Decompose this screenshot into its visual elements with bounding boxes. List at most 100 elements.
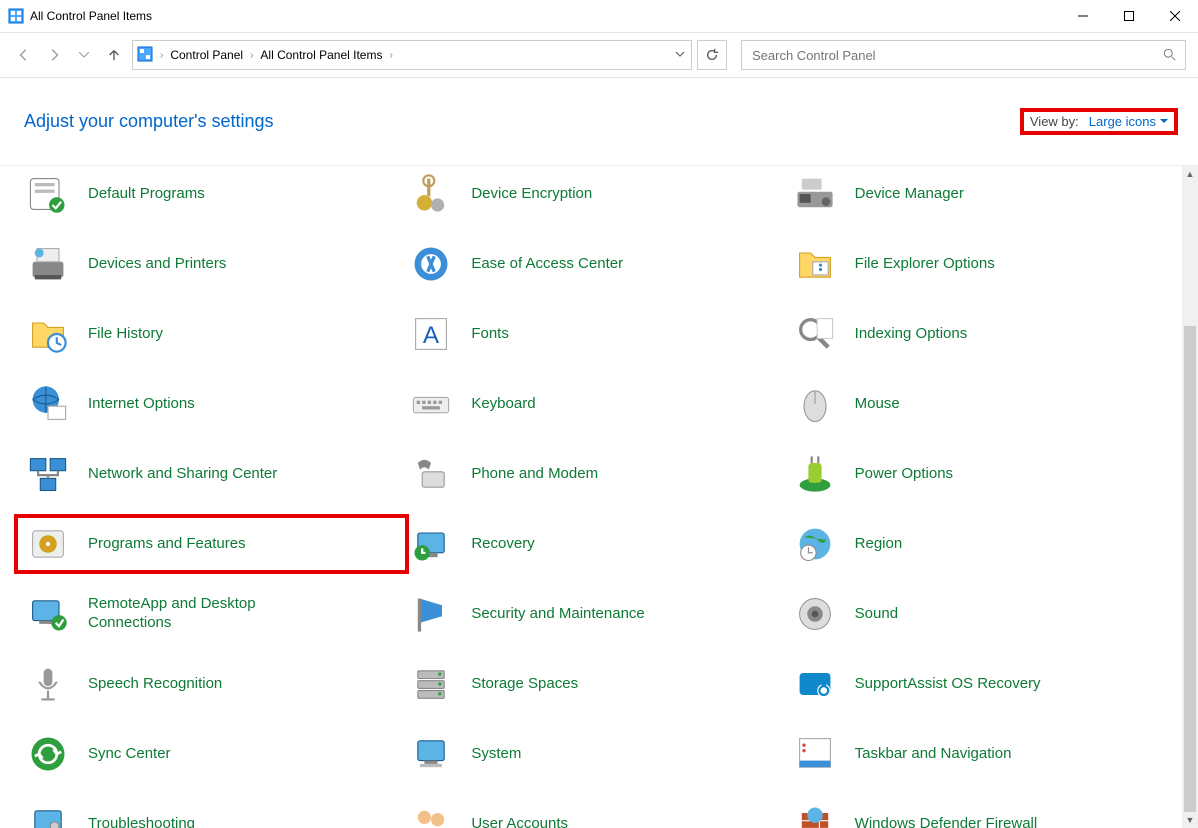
cpl-item-device-manager[interactable]: Device Manager	[787, 170, 1170, 218]
scroll-thumb[interactable]	[1184, 326, 1196, 812]
search-input[interactable]	[750, 41, 1157, 69]
address-dropdown-icon[interactable]	[675, 48, 685, 62]
cpl-item-programs-and-features[interactable]: Programs and Features	[20, 520, 403, 568]
cpl-item-troubleshooting[interactable]: Troubleshooting	[20, 800, 403, 828]
cpl-label: Speech Recognition	[88, 675, 222, 694]
cpl-icon	[409, 592, 453, 636]
cpl-item-supportassist-os-recovery[interactable]: SupportAssist OS Recovery	[787, 660, 1170, 708]
cpl-item-devices-and-printers[interactable]: Devices and Printers	[20, 240, 403, 288]
cpl-item-user-accounts[interactable]: User Accounts	[403, 800, 786, 828]
back-button[interactable]	[12, 43, 36, 67]
cpl-item-default-programs[interactable]: Default Programs	[20, 170, 403, 218]
cpl-label: Power Options	[855, 465, 953, 484]
cpl-label: File Explorer Options	[855, 255, 995, 274]
up-button[interactable]	[102, 43, 126, 67]
refresh-button[interactable]	[697, 40, 727, 70]
cpl-item-internet-options[interactable]: Internet Options	[20, 380, 403, 428]
cpl-icon	[26, 802, 70, 828]
chevron-down-icon	[1160, 119, 1168, 124]
address-bar[interactable]: › Control Panel › All Control Panel Item…	[132, 40, 692, 70]
chevron-right-icon[interactable]: ›	[386, 50, 395, 61]
search-icon[interactable]	[1163, 48, 1177, 65]
cpl-icon	[793, 172, 837, 216]
cpl-item-network-and-sharing-center[interactable]: Network and Sharing Center	[20, 450, 403, 498]
cpl-label: Storage Spaces	[471, 675, 578, 694]
cpl-label: Fonts	[471, 325, 509, 344]
svg-text:A: A	[423, 322, 440, 349]
cpl-label: User Accounts	[471, 815, 568, 828]
view-by-value[interactable]: Large icons	[1089, 114, 1168, 129]
view-by-selector[interactable]: View by: Large icons	[1020, 108, 1178, 135]
cpl-label: Network and Sharing Center	[88, 465, 277, 484]
cpl-item-file-history[interactable]: File History	[20, 310, 403, 358]
cpl-icon	[26, 382, 70, 426]
cpl-item-file-explorer-options[interactable]: File Explorer Options	[787, 240, 1170, 288]
cpl-item-indexing-options[interactable]: Indexing Options	[787, 310, 1170, 358]
cpl-icon	[793, 522, 837, 566]
cpl-icon	[409, 172, 453, 216]
cpl-label: Troubleshooting	[88, 815, 195, 828]
header-strip: Adjust your computer's settings View by:…	[0, 78, 1198, 166]
cpl-label: Devices and Printers	[88, 255, 226, 274]
recent-locations-button[interactable]	[72, 43, 96, 67]
search-box[interactable]	[741, 40, 1186, 70]
cpl-item-taskbar-and-navigation[interactable]: Taskbar and Navigation	[787, 730, 1170, 778]
control-panel-icon	[137, 46, 153, 65]
cpl-item-power-options[interactable]: Power Options	[787, 450, 1170, 498]
cpl-label: Recovery	[471, 535, 534, 554]
maximize-button[interactable]	[1106, 0, 1152, 32]
scroll-down-button[interactable]: ▼	[1182, 812, 1198, 828]
cpl-label: Mouse	[855, 395, 900, 414]
forward-button[interactable]	[42, 43, 66, 67]
cpl-icon	[26, 172, 70, 216]
cpl-label: RemoteApp and Desktop Connections	[88, 595, 298, 633]
breadcrumb-root[interactable]: Control Panel	[166, 48, 247, 62]
close-button[interactable]	[1152, 0, 1198, 32]
chevron-right-icon[interactable]: ›	[247, 50, 256, 61]
cpl-icon	[26, 662, 70, 706]
cpl-label: Internet Options	[88, 395, 195, 414]
cpl-item-phone-and-modem[interactable]: Phone and Modem	[403, 450, 786, 498]
cpl-icon	[409, 732, 453, 776]
control-panel-icon	[8, 8, 24, 24]
cpl-label: Keyboard	[471, 395, 535, 414]
cpl-item-sound[interactable]: Sound	[787, 590, 1170, 638]
chevron-right-icon[interactable]: ›	[157, 50, 166, 61]
cpl-label: Programs and Features	[88, 535, 246, 554]
cpl-label: System	[471, 745, 521, 764]
cpl-label: SupportAssist OS Recovery	[855, 675, 1041, 694]
cpl-item-windows-defender-firewall[interactable]: Windows Defender Firewall	[787, 800, 1170, 828]
minimize-button[interactable]	[1060, 0, 1106, 32]
cpl-item-fonts[interactable]: A Fonts	[403, 310, 786, 358]
cpl-item-system[interactable]: System	[403, 730, 786, 778]
cpl-item-keyboard[interactable]: Keyboard	[403, 380, 786, 428]
breadcrumb-current[interactable]: All Control Panel Items	[256, 48, 386, 62]
cpl-item-device-encryption[interactable]: Device Encryption	[403, 170, 786, 218]
title-bar: All Control Panel Items	[0, 0, 1198, 33]
cpl-item-ease-of-access-center[interactable]: Ease of Access Center	[403, 240, 786, 288]
cpl-icon	[26, 312, 70, 356]
cpl-label: Device Manager	[855, 185, 964, 204]
cpl-label: Sync Center	[88, 745, 171, 764]
cpl-icon	[409, 522, 453, 566]
vertical-scrollbar[interactable]: ▲ ▼	[1182, 166, 1198, 828]
cpl-label: Region	[855, 535, 903, 554]
cpl-icon	[26, 522, 70, 566]
scroll-up-button[interactable]: ▲	[1182, 166, 1198, 182]
cpl-icon	[793, 382, 837, 426]
cpl-item-recovery[interactable]: Recovery	[403, 520, 786, 568]
cpl-label: Default Programs	[88, 185, 205, 204]
cpl-icon	[409, 662, 453, 706]
cpl-icon	[26, 242, 70, 286]
cpl-item-storage-spaces[interactable]: Storage Spaces	[403, 660, 786, 708]
view-by-value-text: Large icons	[1089, 114, 1156, 129]
cpl-item-mouse[interactable]: Mouse	[787, 380, 1170, 428]
cpl-item-security-and-maintenance[interactable]: Security and Maintenance	[403, 590, 786, 638]
cpl-item-region[interactable]: Region	[787, 520, 1170, 568]
cpl-label: Indexing Options	[855, 325, 968, 344]
view-by-label: View by:	[1030, 114, 1079, 129]
cpl-item-remoteapp-and-desktop-connections[interactable]: RemoteApp and Desktop Connections	[20, 590, 403, 638]
cpl-item-sync-center[interactable]: Sync Center	[20, 730, 403, 778]
content-area: Default Programs Device Encryption Device …	[0, 166, 1182, 828]
cpl-item-speech-recognition[interactable]: Speech Recognition	[20, 660, 403, 708]
